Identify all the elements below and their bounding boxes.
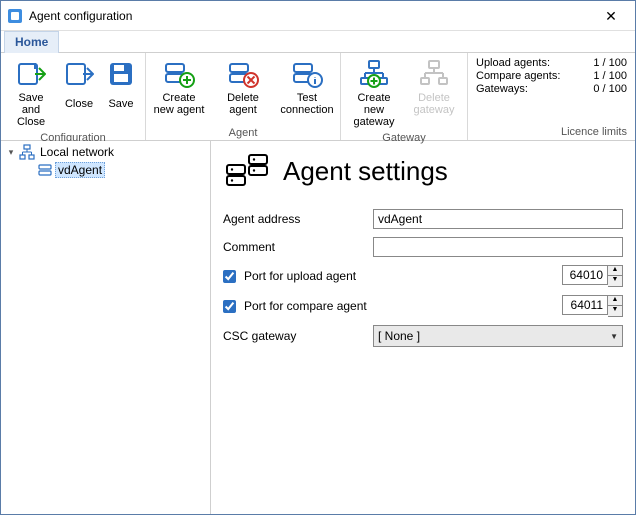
body: ▾ Local network vdAgent Agent settings [1, 141, 635, 514]
port-compare-label: Port for compare agent [244, 299, 367, 313]
tab-strip: Home [1, 31, 635, 53]
tree-node-agent[interactable]: vdAgent [1, 161, 210, 179]
upload-agents-label: Upload agents: [476, 57, 550, 69]
compare-agents-label: Compare agents: [476, 70, 560, 82]
spin-down-button[interactable]: ▼ [608, 276, 622, 286]
port-compare-checkbox[interactable] [223, 300, 236, 313]
servers-icon [223, 151, 273, 191]
agent-address-input[interactable] [373, 209, 623, 229]
comment-label: Comment [223, 240, 373, 254]
port-upload-checkbox[interactable] [223, 270, 236, 283]
titlebar: Agent configuration ✕ [1, 1, 635, 31]
test-connection-button[interactable]: Test connection [278, 55, 336, 119]
settings-panel: Agent settings Agent address Comment Por… [211, 141, 635, 514]
close-label: Close [65, 92, 93, 116]
server-icon [37, 162, 53, 178]
expander-icon[interactable]: ▾ [5, 146, 17, 158]
server-info-icon [291, 58, 323, 90]
save-and-close-label: Save and Close [8, 92, 54, 128]
create-new-agent-label: Create new agent [154, 92, 205, 116]
tree-root-label: Local network [37, 145, 117, 159]
gateways-label: Gateways: [476, 83, 528, 95]
server-delete-icon [227, 58, 259, 90]
agent-address-row: Agent address [223, 209, 623, 229]
network-plus-icon [358, 58, 390, 90]
close-button[interactable]: Close [59, 55, 99, 119]
save-and-close-button[interactable]: Save and Close [5, 55, 57, 131]
port-compare-spin-buttons: ▲ ▼ [608, 295, 623, 317]
network-icon [19, 144, 35, 160]
delete-agent-label: Delete agent [213, 92, 273, 116]
app-icon [7, 8, 23, 24]
save-icon [105, 58, 137, 90]
csc-gateway-value: [ None ] [378, 329, 420, 343]
licence-caption: Licence limits [476, 124, 627, 138]
delete-agent-button[interactable]: Delete agent [210, 55, 276, 119]
port-upload-spinner[interactable] [562, 265, 608, 285]
ribbon: Save and Close Close Save Configuration [1, 53, 635, 141]
spin-down-button[interactable]: ▼ [608, 306, 622, 316]
compare-agents-value: 1 / 100 [583, 70, 627, 82]
chevron-down-icon: ▼ [610, 332, 618, 341]
tree-node-root[interactable]: ▾ Local network [1, 143, 210, 161]
delete-gateway-button: Delete gateway [405, 55, 463, 119]
tree-agent-label: vdAgent [55, 162, 105, 178]
csc-gateway-label: CSC gateway [223, 329, 373, 343]
ribbon-group-agent: Create new agent Delete agent Test conne… [146, 53, 341, 140]
gateways-value: 0 / 100 [583, 83, 627, 95]
delete-gateway-label: Delete gateway [414, 92, 455, 116]
spin-up-button[interactable]: ▲ [608, 296, 622, 306]
upload-agents-value: 1 / 100 [583, 57, 627, 69]
tab-home[interactable]: Home [4, 31, 59, 53]
window-title: Agent configuration [29, 9, 589, 23]
network-delete-icon [418, 58, 450, 90]
settings-heading-row: Agent settings [223, 151, 623, 191]
csc-gateway-dropdown[interactable]: [ None ] ▼ [373, 325, 623, 347]
save-close-icon [15, 58, 47, 90]
test-connection-label: Test connection [280, 92, 333, 116]
csc-gateway-row: CSC gateway [ None ] ▼ [223, 325, 623, 347]
ribbon-group-label: Agent [150, 126, 336, 139]
port-upload-spin-buttons: ▲ ▼ [608, 265, 623, 287]
port-compare-row: Port for compare agent ▲ ▼ [223, 295, 623, 317]
create-new-gateway-label: Create new gateway [348, 92, 400, 128]
ribbon-group-gateway: Create new gateway Delete gateway Gatewa… [341, 53, 468, 140]
window-close-button[interactable]: ✕ [589, 2, 633, 30]
tree-panel: ▾ Local network vdAgent [1, 141, 211, 514]
close-icon-ribbon [63, 58, 95, 90]
comment-row: Comment [223, 237, 623, 257]
save-label: Save [108, 92, 133, 116]
agent-address-label: Agent address [223, 212, 373, 226]
ribbon-group-configuration: Save and Close Close Save Configuration [1, 53, 146, 140]
spin-up-button[interactable]: ▲ [608, 266, 622, 276]
save-button[interactable]: Save [101, 55, 141, 119]
port-compare-spinner[interactable] [562, 295, 608, 315]
licence-limits-panel: Upload agents: 1 / 100 Compare agents: 1… [468, 53, 635, 140]
comment-input[interactable] [373, 237, 623, 257]
port-upload-label: Port for upload agent [244, 269, 356, 283]
app-window: Agent configuration ✕ Home Save and Clos… [0, 0, 636, 515]
settings-heading: Agent settings [283, 156, 448, 187]
create-new-gateway-button[interactable]: Create new gateway [345, 55, 403, 131]
port-upload-row: Port for upload agent ▲ ▼ [223, 265, 623, 287]
server-plus-icon [163, 58, 195, 90]
create-new-agent-button[interactable]: Create new agent [150, 55, 208, 119]
close-icon: ✕ [605, 9, 617, 23]
